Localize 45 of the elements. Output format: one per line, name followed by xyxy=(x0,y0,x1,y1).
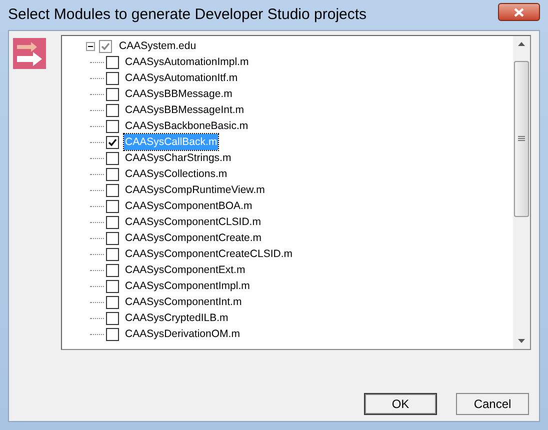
checkbox[interactable] xyxy=(106,200,119,212)
checkbox[interactable] xyxy=(106,120,119,132)
scrollbar-thumb[interactable] xyxy=(514,61,529,217)
checkbox[interactable] xyxy=(106,312,119,324)
checkbox[interactable] xyxy=(106,216,119,228)
tree-item[interactable]: CAASysCompRuntimeView.m xyxy=(124,182,266,198)
tree-item[interactable]: CAASysDerivationOM.m xyxy=(124,326,241,342)
collapse-icon[interactable] xyxy=(86,42,95,50)
cancel-button[interactable]: Cancel xyxy=(456,393,529,415)
tree-item[interactable]: CAASysComponentCreateCLSID.m xyxy=(124,246,294,262)
checkbox[interactable] xyxy=(106,248,119,260)
checkbox[interactable] xyxy=(106,328,119,340)
tree-item[interactable]: CAASysComponentImpl.m xyxy=(124,278,251,294)
tree-item[interactable]: CAASysBBMessageInt.m xyxy=(124,102,246,118)
tree-item[interactable]: CAASysComponentCLSID.m xyxy=(124,214,262,230)
scrollbar[interactable] xyxy=(513,36,530,349)
tree-item[interactable]: CAASysAutomationItf.m xyxy=(124,70,239,86)
ok-button[interactable]: OK xyxy=(364,393,437,415)
checkbox[interactable] xyxy=(106,104,119,116)
checkbox[interactable] xyxy=(106,264,119,276)
checkbox[interactable] xyxy=(106,280,119,292)
checkbox[interactable] xyxy=(106,152,119,164)
checkbox[interactable] xyxy=(106,232,119,244)
checkbox[interactable] xyxy=(106,184,119,196)
checkbox[interactable] xyxy=(106,296,119,308)
tree-item[interactable]: CAASysComponentExt.m xyxy=(124,262,246,278)
window-title: Select Modules to generate Developer Studio projects xyxy=(8,4,367,25)
tree-item[interactable]: CAASysCryptedILB.m xyxy=(124,310,230,326)
tree-item[interactable]: CAASysComponentBOA.m xyxy=(124,198,254,214)
close-icon xyxy=(514,8,524,16)
tree-item[interactable]: CAASysBBMessage.m xyxy=(124,86,234,102)
checkbox[interactable] xyxy=(106,72,119,84)
checkbox[interactable] xyxy=(99,40,112,52)
tree-item[interactable]: CAASysComponentCreate.m xyxy=(124,230,263,246)
checkbox[interactable] xyxy=(106,56,119,68)
tree-item[interactable]: CAASysAutomationImpl.m xyxy=(124,54,250,70)
checkbox[interactable] xyxy=(106,168,119,180)
checkbox[interactable] xyxy=(106,88,119,100)
tree-item[interactable]: CAASysComponentInt.m xyxy=(124,294,243,310)
tree-item[interactable]: CAASysCharStrings.m xyxy=(124,150,232,166)
checkbox[interactable] xyxy=(106,136,119,148)
tree-item[interactable]: CAASystem.edu xyxy=(118,38,198,54)
tree-item[interactable]: CAASysCollections.m xyxy=(124,166,228,182)
close-button[interactable] xyxy=(498,3,540,21)
tree-item[interactable]: CAASysBackboneBasic.m xyxy=(124,118,250,134)
